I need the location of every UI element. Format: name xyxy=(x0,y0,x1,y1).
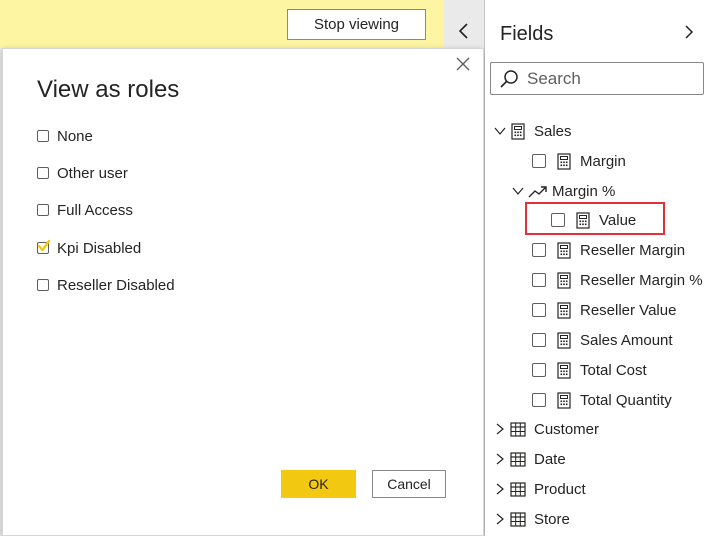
chevron-down-icon[interactable] xyxy=(512,185,524,197)
role-checkbox[interactable] xyxy=(37,130,49,142)
table-node-date[interactable]: Date xyxy=(494,448,566,470)
table-icon xyxy=(510,511,526,527)
role-option-none[interactable]: None xyxy=(37,126,93,146)
kpi-trend-icon xyxy=(528,185,547,197)
chevron-down-icon[interactable] xyxy=(494,125,506,137)
field-label: Margin % xyxy=(552,182,616,200)
dialog-title: View as roles xyxy=(37,76,180,103)
role-label: Reseller Disabled xyxy=(57,276,175,294)
fields-search-box[interactable] xyxy=(490,62,704,95)
chevron-right-icon[interactable] xyxy=(494,423,506,435)
table-node-sales[interactable]: Sales xyxy=(494,120,572,142)
role-checkbox[interactable] xyxy=(37,167,49,179)
role-checkbox[interactable] xyxy=(37,279,49,291)
role-option-kpi-disabled[interactable]: Kpi Disabled xyxy=(37,238,141,258)
field-checkbox[interactable] xyxy=(551,213,565,227)
calculator-icon xyxy=(557,241,571,259)
chevron-right-icon[interactable] xyxy=(683,24,695,40)
chevron-right-icon[interactable] xyxy=(494,483,506,495)
close-icon[interactable] xyxy=(455,56,471,72)
field-item-reseller-margin-pct[interactable]: Reseller Margin % xyxy=(532,269,703,291)
chevron-left-icon[interactable] xyxy=(457,22,471,40)
field-label: Reseller Value xyxy=(580,301,677,319)
calculator-icon xyxy=(576,211,590,229)
table-label: Store xyxy=(534,510,570,528)
field-item-margin-pct[interactable]: Margin % xyxy=(512,180,615,202)
field-checkbox[interactable] xyxy=(532,273,546,287)
fields-pane-title: Fields xyxy=(500,23,554,45)
chevron-right-icon[interactable] xyxy=(494,513,506,525)
table-node-product[interactable]: Product xyxy=(494,478,586,500)
field-label: Value xyxy=(599,211,637,229)
field-checkbox[interactable] xyxy=(532,363,546,377)
field-label: Total Cost xyxy=(580,361,647,379)
role-checkbox[interactable] xyxy=(37,204,49,216)
table-icon xyxy=(510,481,526,497)
field-checkbox[interactable] xyxy=(532,154,546,168)
field-item-reseller-value[interactable]: Reseller Value xyxy=(532,299,676,321)
table-icon xyxy=(510,451,526,467)
role-label: Kpi Disabled xyxy=(57,239,142,257)
chevron-right-icon[interactable] xyxy=(494,453,506,465)
field-item-reseller-margin[interactable]: Reseller Margin xyxy=(532,239,685,261)
calculator-icon xyxy=(557,331,571,349)
role-option-reseller-disabled[interactable]: Reseller Disabled xyxy=(37,275,175,295)
field-item-total-quantity[interactable]: Total Quantity xyxy=(532,389,672,411)
stop-viewing-button[interactable]: Stop viewing xyxy=(287,9,426,40)
checkmark-icon xyxy=(37,239,51,252)
calculator-icon xyxy=(557,361,571,379)
role-checkbox-checked[interactable] xyxy=(37,239,51,254)
field-label: Reseller Margin % xyxy=(580,271,703,289)
field-label: Margin xyxy=(580,152,626,170)
table-node-customer[interactable]: Customer xyxy=(494,418,599,440)
field-checkbox[interactable] xyxy=(532,303,546,317)
field-checkbox[interactable] xyxy=(532,243,546,257)
table-label: Date xyxy=(534,450,566,468)
calculator-icon xyxy=(557,271,571,289)
role-option-other-user[interactable]: Other user xyxy=(37,163,128,183)
fields-search-input[interactable] xyxy=(527,68,697,89)
table-icon xyxy=(510,421,526,437)
field-label: Total Quantity xyxy=(580,391,672,409)
table-label: Customer xyxy=(534,420,600,438)
calculator-icon xyxy=(557,152,571,170)
field-checkbox[interactable] xyxy=(532,393,546,407)
role-label: Other user xyxy=(57,164,128,182)
field-label: Sales Amount xyxy=(580,331,673,349)
ok-button[interactable]: OK xyxy=(281,470,356,498)
table-label: Product xyxy=(534,480,586,498)
field-checkbox[interactable] xyxy=(532,333,546,347)
role-label: Full Access xyxy=(57,201,133,219)
field-item-total-cost[interactable]: Total Cost xyxy=(532,359,647,381)
search-icon xyxy=(500,69,518,88)
table-node-store[interactable]: Store xyxy=(494,508,570,530)
role-option-full-access[interactable]: Full Access xyxy=(37,200,133,220)
calculator-icon xyxy=(557,391,571,409)
table-label: Sales xyxy=(534,122,572,140)
field-label: Reseller Margin xyxy=(580,241,686,259)
role-label: None xyxy=(57,127,93,145)
cancel-button[interactable]: Cancel xyxy=(372,470,446,498)
field-item-value[interactable]: Value xyxy=(551,209,636,231)
calculator-icon xyxy=(557,301,571,319)
field-item-sales-amount[interactable]: Sales Amount xyxy=(532,329,673,351)
calculator-table-icon xyxy=(511,122,525,140)
field-item-margin[interactable]: Margin xyxy=(532,150,626,172)
